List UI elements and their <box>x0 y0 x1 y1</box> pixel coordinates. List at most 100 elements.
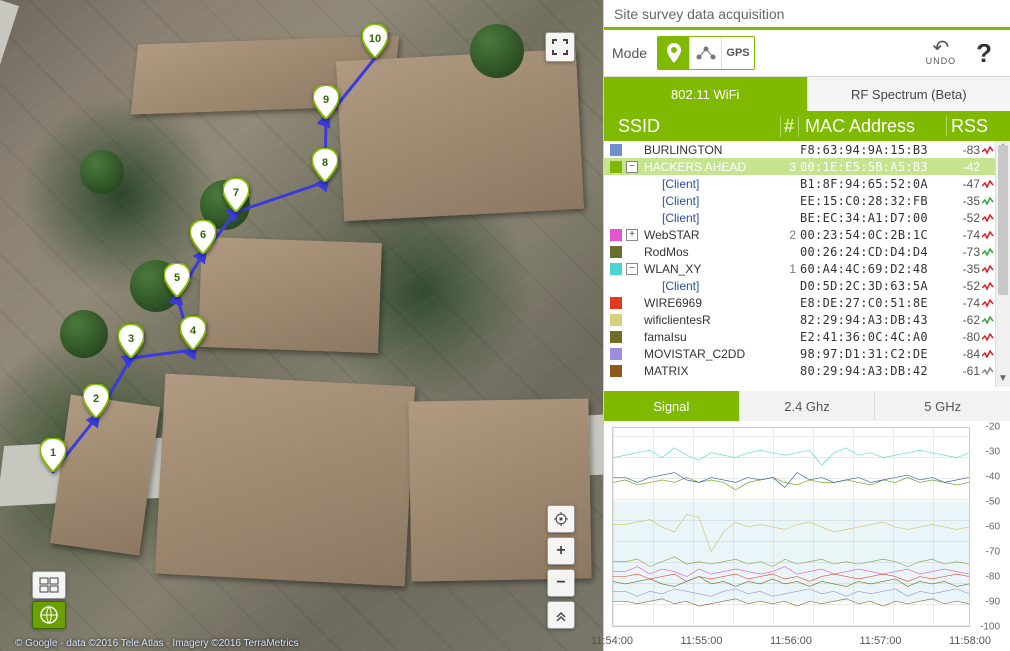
table-row[interactable]: BURLINGTON F8:63:94:9A:15:B3-83 <box>604 141 1010 158</box>
x-tick-label: 11:57:00 <box>859 635 901 647</box>
rssi-cell: -47 <box>952 177 980 191</box>
acquisition-panel: Site survey data acquisition Mode GPS ↶ … <box>603 0 1010 651</box>
mode-pin-button[interactable] <box>658 37 690 69</box>
y-tick-label: -50 <box>986 497 1000 508</box>
expander-icon <box>626 144 638 156</box>
fullscreen-button[interactable] <box>545 32 575 62</box>
col-ssid[interactable]: SSID <box>604 116 780 137</box>
table-row[interactable]: −WLAN_XY160:A4:4C:69:D2:48-35 <box>604 260 1010 277</box>
table-row[interactable]: [Client]BE:EC:34:A1:D7:00-52 <box>604 209 1010 226</box>
mode-gps-button[interactable]: GPS <box>722 37 754 69</box>
rssi-cell: -84 <box>952 347 980 361</box>
mode-row: Mode GPS ↶ UNDO ? <box>604 30 1010 77</box>
undo-button[interactable]: ↶ UNDO <box>926 40 957 66</box>
table-row[interactable]: +WebSTAR200:23:54:0C:2B:1C-74 <box>604 226 1010 243</box>
tab-wifi[interactable]: 802.11 WiFi <box>604 77 807 111</box>
sparkline-icon <box>982 178 994 190</box>
mac-cell: 82:29:94:A3:DB:43 <box>800 313 952 327</box>
color-swatch <box>610 314 622 326</box>
table-row[interactable]: [Client]B1:8F:94:65:52:0A-47 <box>604 175 1010 192</box>
ssid-cell: famaIsu <box>644 330 780 344</box>
expander-icon <box>626 246 638 258</box>
mac-cell: F8:63:94:9A:15:B3 <box>800 143 952 157</box>
mac-cell: 00:23:54:0C:2B:1C <box>800 228 952 242</box>
expander-icon[interactable]: − <box>626 263 638 275</box>
zoom-in-button[interactable]: + <box>547 537 575 565</box>
map-pane[interactable]: 12345678910 + − © Google · data ©2016 Te… <box>0 0 603 651</box>
map-tree <box>60 310 108 358</box>
expander-icon[interactable]: + <box>626 229 638 241</box>
table-row[interactable]: −HACKERS AHEAD300:1E:E5:5B:A5:B3-42 <box>604 158 1010 175</box>
zoom-out-button[interactable]: − <box>547 569 575 597</box>
x-tick-label: 11:54:00 <box>591 635 633 647</box>
x-tick-label: 11:55:00 <box>680 635 722 647</box>
x-tick-label: 11:58:00 <box>949 635 991 647</box>
color-swatch <box>610 348 622 360</box>
rssi-cell: -74 <box>952 296 980 310</box>
table-row[interactable]: wificlientesR82:29:94:A3:DB:43-62 <box>604 311 1010 328</box>
ssid-cell: [Client] <box>644 194 780 208</box>
globe-button[interactable] <box>32 601 66 629</box>
ssid-cell: HACKERS AHEAD <box>644 160 780 174</box>
color-swatch <box>610 263 622 275</box>
table-row[interactable]: [Client]D0:5D:2C:3D:63:5A-52 <box>604 277 1010 294</box>
ssid-cell: WLAN_XY <box>644 262 780 276</box>
sparkline-icon <box>982 246 994 258</box>
mode-label: Mode <box>612 45 647 61</box>
layers-button[interactable] <box>32 571 66 599</box>
mac-cell: 00:26:24:CD:D4:D4 <box>800 245 952 259</box>
expander-icon <box>626 331 638 343</box>
network-table-body: BURLINGTONF8:63:94:9A:15:B3-83−HACKERS A… <box>604 141 1010 387</box>
ssid-cell: WIRE6969 <box>644 296 780 310</box>
table-row[interactable]: RodMos00:26:24:CD:D4:D4-73 <box>604 243 1010 260</box>
tab-5ghz[interactable]: 5 GHz <box>874 391 1010 421</box>
rssi-cell: -52 <box>952 211 980 225</box>
ssid-cell: [Client] <box>644 177 780 191</box>
col-rssi[interactable]: RSS <box>946 116 1010 137</box>
scroll-thumb[interactable] <box>998 145 1008 295</box>
signal-chart: -20-30-40-50-60-70-80-90-10011:54:0011:5… <box>604 421 1010 651</box>
col-mac[interactable]: MAC Address <box>798 116 946 137</box>
table-row[interactable]: MATRIX80:29:94:A3:DB:42-61 <box>604 362 1010 379</box>
tab-signal[interactable]: Signal <box>604 391 739 421</box>
tab-24ghz[interactable]: 2.4 Ghz <box>739 391 875 421</box>
table-row[interactable]: [Client]EE:15:C0:28:32:FB-35 <box>604 192 1010 209</box>
count-cell: 3 <box>780 160 800 174</box>
chart-tabs: Signal 2.4 Ghz 5 GHz <box>604 391 1010 421</box>
mac-cell: 98:97:D1:31:C2:DE <box>800 347 952 361</box>
table-row[interactable]: WIRE6969E8:DE:27:C0:51:8E-74 <box>604 294 1010 311</box>
map-tree <box>130 260 182 312</box>
tab-spectrum[interactable]: RF Spectrum (Beta) <box>807 77 1010 111</box>
map-building <box>198 237 382 353</box>
sparkline-icon <box>982 348 994 360</box>
color-swatch <box>610 297 622 309</box>
map-building <box>155 374 415 587</box>
color-swatch <box>610 229 622 241</box>
col-count[interactable]: # <box>780 116 798 137</box>
y-tick-label: -60 <box>986 522 1000 533</box>
color-swatch <box>610 212 622 224</box>
expander-icon <box>626 314 638 326</box>
rssi-cell: -83 <box>952 143 980 157</box>
mode-path-button[interactable] <box>690 37 722 69</box>
expander-icon[interactable]: − <box>626 161 638 173</box>
color-swatch <box>610 195 622 207</box>
scrollbar[interactable]: ▲ ▼ <box>995 141 1010 387</box>
rssi-cell: -35 <box>952 262 980 276</box>
scroll-down-icon[interactable]: ▼ <box>996 373 1010 387</box>
chart-plot-area <box>612 427 970 627</box>
ssid-cell: [Client] <box>644 279 780 293</box>
y-tick-label: -80 <box>986 572 1000 583</box>
table-row[interactable]: MOVISTAR_C2DD98:97:D1:31:C2:DE-84 <box>604 345 1010 362</box>
color-swatch <box>610 280 622 292</box>
collapse-button[interactable] <box>547 601 575 629</box>
rssi-cell: -61 <box>952 364 980 378</box>
undo-label: UNDO <box>926 56 957 66</box>
map-credit: © Google · data ©2016 Tele Atlas · Image… <box>15 638 299 649</box>
rssi-cell: -80 <box>952 330 980 344</box>
help-button[interactable]: ? <box>966 38 1002 69</box>
table-row[interactable]: famaIsuE2:41:36:0C:4C:A0-80 <box>604 328 1010 345</box>
mac-cell: BE:EC:34:A1:D7:00 <box>800 211 952 225</box>
ssid-cell: BURLINGTON <box>644 143 780 157</box>
locate-button[interactable] <box>547 505 575 533</box>
